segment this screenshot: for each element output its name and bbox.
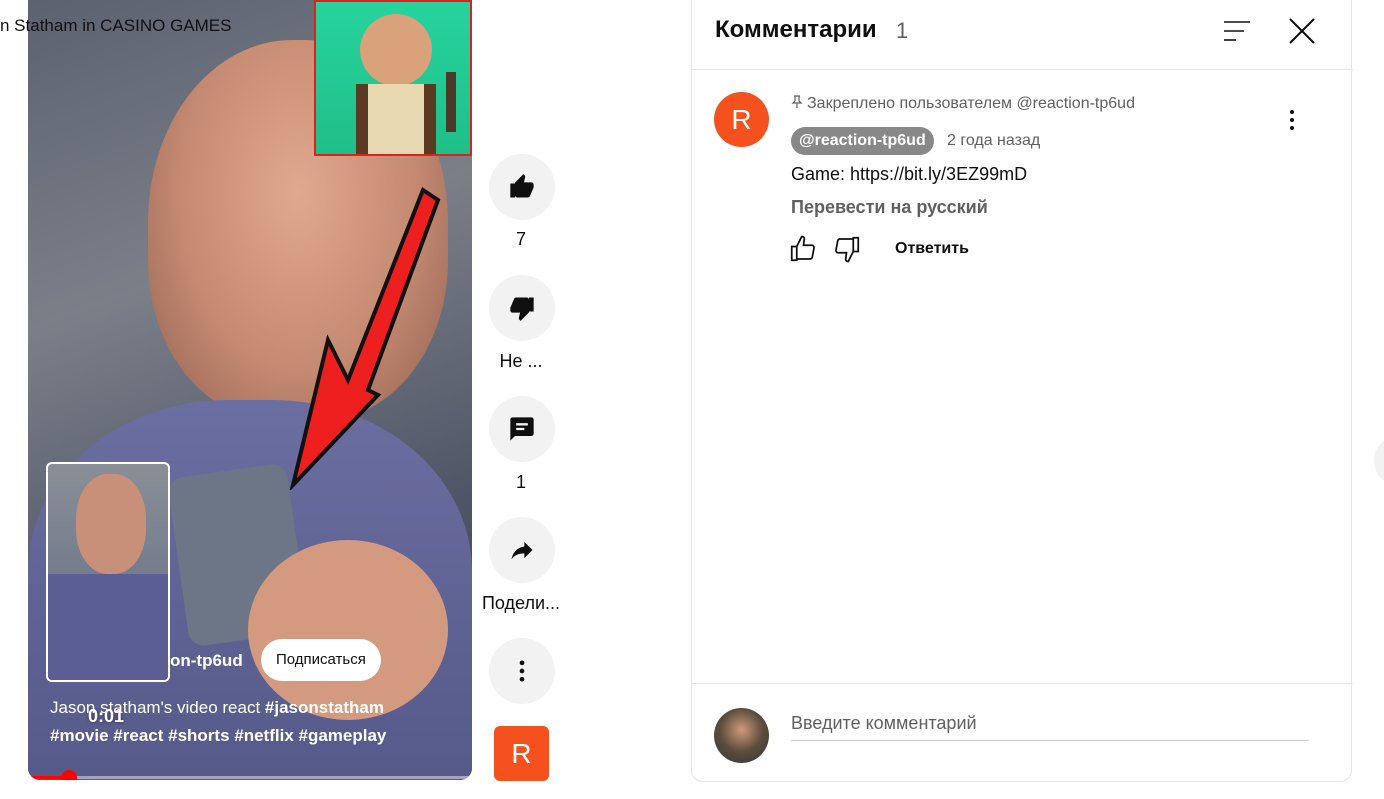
progress-bar[interactable] <box>28 776 472 779</box>
comments-button[interactable] <box>489 396 555 462</box>
comment-dislike-icon[interactable] <box>832 234 862 264</box>
video-description[interactable]: Jason statham's video react #jasonstatha… <box>50 694 450 750</box>
hashtag-line2[interactable]: #movie #react #shorts #netflix #gameplay <box>50 726 386 745</box>
video-frame-hand <box>248 540 448 720</box>
dislike-label: Не ... <box>499 351 543 371</box>
share-icon <box>511 541 533 560</box>
comment-composer <box>692 683 1353 782</box>
like-button[interactable] <box>489 154 555 220</box>
comment-icon <box>510 417 534 441</box>
share-label: Подели... <box>481 593 561 613</box>
user-avatar[interactable] <box>714 708 769 763</box>
comments-panel: Комментарии 1 R Закреплено пользователем… <box>691 0 1353 782</box>
sort-icon[interactable] <box>1222 18 1252 44</box>
short-video-player[interactable]: 0:01 on-tp6ud Подписаться Jason statham'… <box>28 0 472 780</box>
translate-button[interactable]: Перевести на русский <box>791 197 988 218</box>
comments-title: Комментарии <box>715 16 877 43</box>
video-preview-thumbnail <box>46 462 170 682</box>
comments-count-header: 1 <box>896 18 909 43</box>
video-title: n Statham in CASINO GAMES <box>0 16 232 35</box>
dislike-button[interactable] <box>489 275 555 341</box>
comment-time[interactable]: 2 года назад <box>947 132 1040 150</box>
hashtag-line1[interactable]: #jasonstatham <box>265 698 384 717</box>
pinned-label: Закреплено пользователем @reaction-tp6ud <box>791 95 1135 113</box>
next-video-button[interactable] <box>1374 436 1384 486</box>
comment-more-icon[interactable] <box>1280 108 1304 132</box>
share-button[interactable] <box>489 517 555 583</box>
progress-scrubber[interactable] <box>61 770 77 780</box>
more-actions-button[interactable] <box>489 638 555 704</box>
more-vertical-icon <box>519 660 525 682</box>
progress-fill <box>28 776 64 779</box>
close-icon[interactable] <box>1287 16 1317 46</box>
comment-author[interactable]: @reaction-tp6ud <box>791 127 934 155</box>
comment-text[interactable]: Game: https://bit.ly/3EZ99mD <box>791 164 1027 185</box>
red-arrow-graphic <box>289 186 441 490</box>
subscribe-button[interactable]: Подписаться <box>261 639 381 681</box>
thumbs-up-icon <box>510 174 534 198</box>
reply-button[interactable]: Ответить <box>895 240 969 258</box>
comment-input[interactable] <box>791 706 1309 741</box>
cartoon-overlay-image <box>314 0 472 156</box>
like-count: 7 <box>515 229 526 249</box>
comments-count: 1 <box>515 472 526 492</box>
comment-author-avatar[interactable]: R <box>714 92 769 147</box>
channel-name[interactable]: on-tp6ud <box>170 651 243 671</box>
thumbs-down-icon <box>510 297 534 321</box>
pin-icon <box>791 95 803 108</box>
channel-avatar[interactable]: R <box>494 726 549 781</box>
comments-header: Комментарии 1 <box>692 0 1353 70</box>
comment-like-icon[interactable] <box>788 234 818 264</box>
